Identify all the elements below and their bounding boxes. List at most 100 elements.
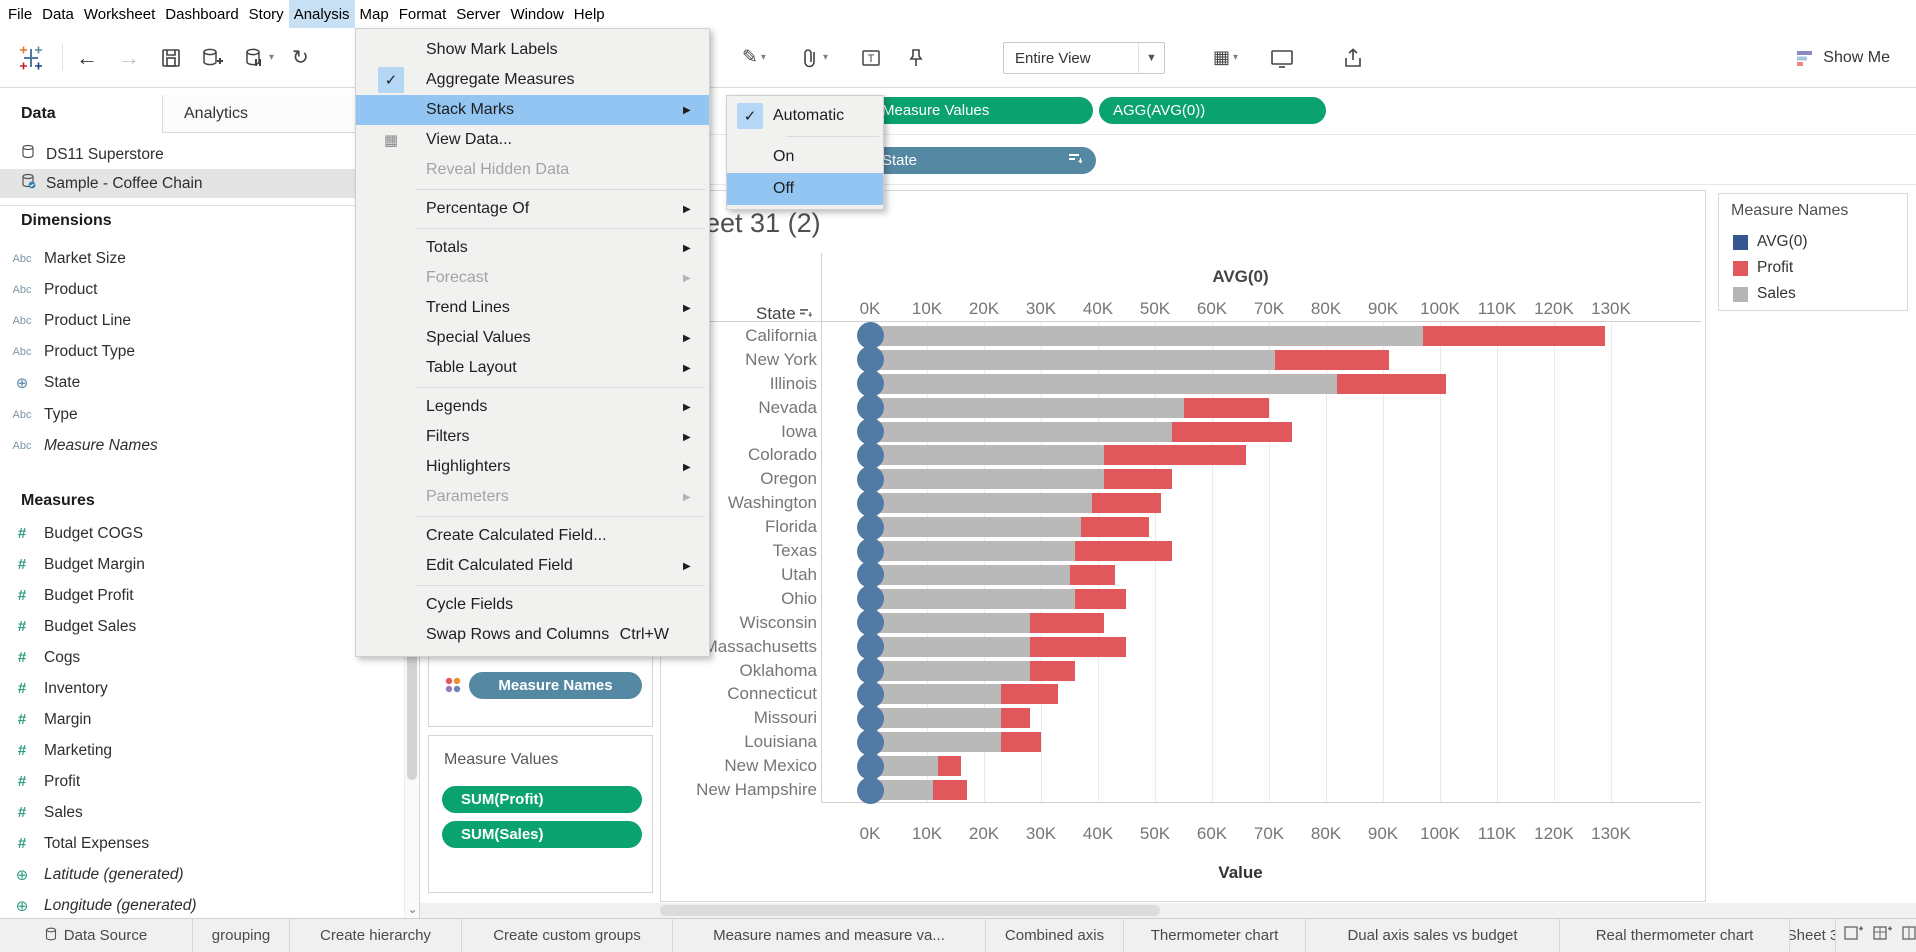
menubar-item-worksheet[interactable]: Worksheet (79, 0, 160, 28)
fit-selector[interactable]: Entire View ▼ (1003, 42, 1165, 74)
dimension-state[interactable]: ⊕ State (0, 368, 390, 399)
datasource-ds11-superstore[interactable]: DS11 Superstore (0, 140, 404, 169)
sales-bar-oklahoma[interactable] (870, 660, 1030, 681)
profit-bar-colorado[interactable] (1103, 445, 1247, 466)
dimension-measure-names[interactable]: Abc Measure Names (0, 430, 390, 461)
analysis-menu-item-table-layout[interactable]: Table Layout ▶ (356, 353, 709, 383)
sales-bar-missouri[interactable] (870, 708, 1002, 729)
dimension-product[interactable]: Abc Product (0, 274, 390, 305)
sheet-tab-combined-axis[interactable]: Combined axis (986, 919, 1124, 952)
analysis-menu-item-view-data[interactable]: ▦ View Data... (356, 125, 709, 155)
pause-updates-caret-icon[interactable]: ▾ (269, 52, 274, 63)
measure-inventory[interactable]: # Inventory (0, 673, 390, 704)
menubar-item-format[interactable]: Format (394, 0, 452, 28)
state-row-label-new-hampshire[interactable]: New Hampshire (663, 780, 817, 800)
state-row-label-louisiana[interactable]: Louisiana (663, 732, 817, 752)
state-row-label-connecticut[interactable]: Connecticut (663, 684, 817, 704)
profit-bar-new-hampshire[interactable] (932, 780, 967, 801)
scroll-down-icon[interactable]: ⌄ (405, 902, 420, 916)
measure-total-expenses[interactable]: # Total Expenses (0, 828, 390, 859)
profit-bar-texas[interactable] (1075, 541, 1173, 562)
new-data-source-button[interactable] (200, 28, 224, 87)
avg0-circle-florida[interactable] (856, 513, 884, 541)
show-hide-cards-button[interactable]: ▦ ▾ (1213, 28, 1238, 87)
avg0-circle-iowa[interactable] (856, 418, 884, 446)
profit-bar-ohio[interactable] (1075, 588, 1127, 609)
sheet-tab-create-custom-groups[interactable]: Create custom groups (462, 919, 673, 952)
measure-margin[interactable]: # Margin (0, 704, 390, 735)
analysis-menu-item-stack-marks[interactable]: Stack Marks ▶ (356, 95, 709, 125)
measure-budget-margin[interactable]: # Budget Margin (0, 549, 390, 580)
sales-bar-california[interactable] (870, 325, 1423, 346)
measure-longitude-generated[interactable]: ⊕ Longitude (generated) (0, 890, 390, 918)
profit-bar-nevada[interactable] (1183, 397, 1269, 418)
profit-bar-louisiana[interactable] (1001, 732, 1041, 753)
sales-bar-new-york[interactable] (870, 349, 1275, 370)
avg0-circle-oklahoma[interactable] (856, 657, 884, 685)
menubar-item-file[interactable]: File (3, 0, 37, 28)
analysis-menu-item-swap-rows-and-columns[interactable]: Swap Rows and Columns Ctrl+W (356, 620, 709, 650)
profit-bar-new-mexico[interactable] (938, 756, 962, 777)
sheet-tab-dual-axis-sales-vs-budget[interactable]: Dual axis sales vs budget (1306, 919, 1560, 952)
sales-bar-utah[interactable] (870, 564, 1070, 585)
avg0-circle-oregon[interactable] (856, 465, 884, 493)
analysis-menu-item-special-values[interactable]: Special Values ▶ (356, 323, 709, 353)
analysis-menu-item-percentage-of[interactable]: Percentage Of ▶ (356, 194, 709, 224)
sales-bar-connecticut[interactable] (870, 684, 1002, 705)
legend-item-sales[interactable]: Sales (1733, 284, 1796, 304)
save-button[interactable] (160, 28, 182, 87)
analysis-menu-item-aggregate-measures[interactable]: ✓ Aggregate Measures (356, 65, 709, 95)
legend-item-avg-0[interactable]: AVG(0) (1733, 232, 1808, 252)
profit-bar-california[interactable] (1422, 325, 1606, 346)
menubar-item-help[interactable]: Help (569, 0, 610, 28)
sales-bar-oregon[interactable] (870, 469, 1104, 490)
run-update-button[interactable]: ↻ (292, 28, 309, 87)
measure-budget-sales[interactable]: # Budget Sales (0, 611, 390, 642)
state-row-label-oklahoma[interactable]: Oklahoma (663, 661, 817, 681)
new-dashboard-button[interactable] (1873, 924, 1893, 947)
measure-sales[interactable]: # Sales (0, 797, 390, 828)
show-mark-labels-button[interactable]: T (860, 28, 882, 87)
measure-marketing[interactable]: # Marketing (0, 735, 390, 766)
avg0-circle-connecticut[interactable] (856, 680, 884, 708)
profit-bar-florida[interactable] (1080, 517, 1150, 538)
dimension-product-type[interactable]: Abc Product Type (0, 337, 390, 368)
legend-item-profit[interactable]: Profit (1733, 258, 1793, 278)
sales-bar-wisconsin[interactable] (870, 612, 1030, 633)
sales-bar-texas[interactable] (870, 541, 1076, 562)
sheet-tab-create-hierarchy[interactable]: Create hierarchy (290, 919, 462, 952)
menubar-item-data[interactable]: Data (37, 0, 79, 28)
sheet-tab-measure-names-and-measure-va[interactable]: Measure names and measure va... (673, 919, 986, 952)
analysis-menu-item-edit-calculated-field[interactable]: Edit Calculated Field ▶ (356, 551, 709, 581)
show-me-button[interactable]: Show Me (1795, 42, 1890, 74)
menubar-item-dashboard[interactable]: Dashboard (160, 0, 243, 28)
datasource-sample-coffee-chain[interactable]: Sample - Coffee Chain (0, 169, 404, 198)
analysis-menu-item-filters[interactable]: Filters ▶ (356, 422, 709, 452)
state-row-label-new-mexico[interactable]: New Mexico (663, 756, 817, 776)
sales-bar-florida[interactable] (870, 517, 1081, 538)
sort-descending-icon[interactable] (1068, 152, 1083, 169)
sales-bar-nevada[interactable] (870, 397, 1184, 418)
sales-bar-colorado[interactable] (870, 445, 1104, 466)
profit-bar-connecticut[interactable] (1001, 684, 1059, 705)
analysis-menu-item-trend-lines[interactable]: Trend Lines ▶ (356, 293, 709, 323)
measure-values-pill-sum-profit[interactable]: SUM(Profit) (442, 786, 642, 813)
tab-data-source[interactable]: Data Source (0, 919, 193, 952)
sales-bar-washington[interactable] (870, 493, 1093, 514)
menubar-item-window[interactable]: Window (505, 0, 568, 28)
state-row-label-missouri[interactable]: Missouri (663, 708, 817, 728)
stack-marks-item-automatic[interactable]: ✓ Automatic (727, 100, 883, 132)
attach-button[interactable]: ▾ (800, 28, 828, 87)
profit-bar-oregon[interactable] (1103, 469, 1173, 490)
analysis-menu-item-create-calculated-field[interactable]: Create Calculated Field... (356, 521, 709, 551)
menubar-item-story[interactable]: Story (244, 0, 289, 28)
sheet-tab-thermometer-chart[interactable]: Thermometer chart (1124, 919, 1306, 952)
tab-data[interactable]: Data (0, 95, 162, 133)
analysis-menu-item-legends[interactable]: Legends ▶ (356, 392, 709, 422)
measure-profit[interactable]: # Profit (0, 766, 390, 797)
menubar-item-map[interactable]: Map (355, 0, 394, 28)
dimension-market-size[interactable]: Abc Market Size (0, 243, 390, 274)
fix-axes-pin-button[interactable] (906, 28, 926, 87)
new-story-button[interactable] (1902, 924, 1916, 947)
profit-bar-utah[interactable] (1069, 564, 1116, 585)
